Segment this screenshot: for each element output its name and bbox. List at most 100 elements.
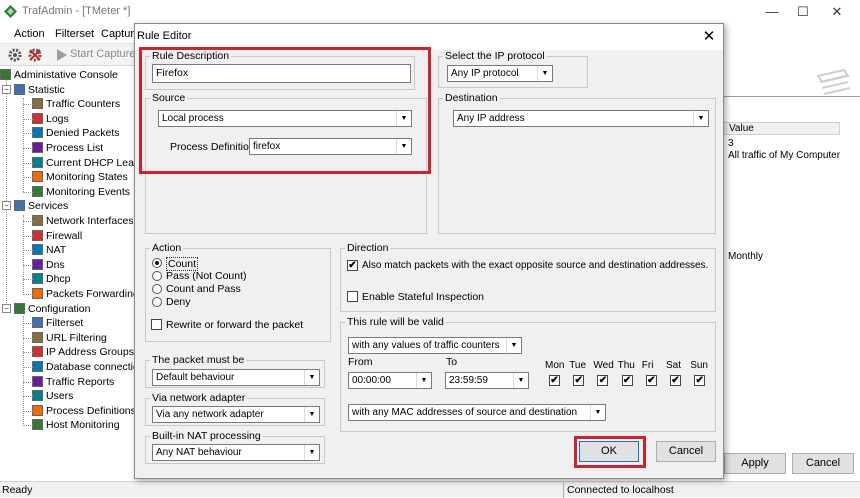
dhcp-lease-icon [32,156,43,168]
opposite-direction-label: Also match packets with the exact opposi… [362,260,709,271]
tree-item[interactable]: − Services [2,199,68,213]
apply-button[interactable]: Apply [724,453,786,474]
day-label: Fri [641,360,654,371]
tree-item[interactable]: Dns [23,258,65,272]
stateful-inspection-label: Enable Stateful Inspection [362,291,485,303]
stop-tools-icon[interactable] [28,48,42,62]
tree-item[interactable]: Packets Forwarding [23,287,135,301]
tree-item[interactable]: − Configuration [2,302,90,316]
day-checkbox[interactable]: ✔ [670,375,681,386]
day-label: Thu [617,360,635,371]
cancel-button[interactable]: Cancel [656,441,716,462]
tree-item[interactable]: Network Interfaces [23,214,134,228]
opposite-direction-checkbox[interactable]: ✔ [347,260,358,271]
action-radio[interactable] [152,284,162,294]
day-checkbox[interactable]: ✔ [549,375,560,386]
collapse-icon[interactable]: − [2,201,11,211]
day-label: Sat [666,360,682,371]
day-checkbox[interactable]: ✔ [597,375,609,386]
nat-processing-select[interactable]: Any NAT behaviour ▼ [152,444,320,461]
mac-condition-select[interactable]: with any MAC addresses of source and des… [348,404,606,421]
chevron-down-icon: ▼ [513,373,528,388]
collapse-icon[interactable]: − [2,303,11,313]
tree-item[interactable]: IP Address Groups [23,345,134,359]
logs-icon [32,112,43,124]
tree-item[interactable]: Dhcp [23,272,71,286]
services-icon [14,200,25,212]
tree-item[interactable]: Process List [23,141,103,155]
tree-item[interactable]: Administative Console [0,68,118,82]
menu-action[interactable]: Action [14,28,45,40]
tree-item[interactable]: − Statistic [2,83,65,97]
tree-item[interactable]: Current DHCP Lease [23,156,135,170]
tree-item-label: Network Interfaces [46,215,134,227]
rewrite-checkbox[interactable] [151,319,162,330]
collapse-icon[interactable]: − [2,84,11,94]
maximize-icon[interactable]: ☐ [788,2,818,22]
tree-item[interactable]: Filterset [23,316,83,330]
process-definitions-icon [32,404,43,416]
packet-must-be-legend: The packet must be [150,354,247,366]
value-column-header[interactable]: Value [722,122,840,135]
right-pane: Value 3 All traffic of My Computer Month… [722,66,860,481]
ip-protocol-select[interactable]: Any IP protocol ▼ [447,65,553,82]
action-radio[interactable] [152,271,162,281]
status-bar: Ready Connected to localhost [0,481,860,498]
day-checkbox[interactable]: ✔ [573,375,585,386]
tree-item[interactable]: Firewall [23,229,82,243]
settings-gear-icon[interactable] [8,48,22,62]
tree-item-label: Denied Packets [46,127,120,140]
to-time-value: 23:59:59 [449,375,488,386]
tree-item[interactable]: Denied Packets [23,126,120,140]
action-radio[interactable] [152,297,162,307]
tree-item-label: Dhcp [46,273,71,286]
to-time-select[interactable]: 23:59:59 ▼ [445,372,529,389]
tree-item-label: Monitoring States [46,171,128,184]
highlight-box [574,436,646,468]
tree-item[interactable]: Monitoring States [23,170,128,184]
via-adapter-select[interactable]: Via any network adapter ▼ [152,406,320,423]
tree-item[interactable]: Database connection [23,360,135,374]
configuration-icon [14,302,25,314]
day-checkbox[interactable]: ✔ [621,375,633,386]
tree-item[interactable]: Process Definitions [23,404,135,418]
stateful-inspection-checkbox[interactable] [347,291,358,302]
packets-forwarding-icon [32,288,43,299]
tree-item[interactable]: Monitoring Events [23,185,130,199]
packet-must-be-select[interactable]: Default behaviour ▼ [152,369,320,386]
chevron-down-icon: ▼ [506,338,521,353]
app-logo-icon [4,5,17,18]
tree-item[interactable]: Host Monitoring [23,418,120,432]
tree-item[interactable]: NAT [23,243,67,257]
via-adapter-legend: Via network adapter [150,392,248,404]
tree-item[interactable]: URL Filtering [23,331,107,345]
day-label: Mon [545,360,565,371]
menu-filterset[interactable]: Filterset [55,28,94,40]
tree-item-label: Current DHCP Lease [46,156,135,169]
value-cell: Monthly [728,251,764,262]
tree-item[interactable]: Traffic Reports [23,375,114,389]
day-checkbox[interactable]: ✔ [694,375,706,386]
action-radio[interactable] [152,258,162,268]
destination-select[interactable]: Any IP address ▼ [453,110,709,127]
rewrite-label: Rewrite or forward the packet [166,319,304,331]
dns-icon [32,258,43,270]
dialog-close-icon[interactable]: ✕ [697,26,721,48]
tree-item[interactable]: Traffic Counters [23,97,120,111]
ip-protocol-legend: Select the IP protocol [443,50,547,62]
minimize-icon[interactable]: — [757,2,787,22]
traffic-counter-condition-select[interactable]: with any values of traffic counters ▼ [348,337,522,354]
traffic-counter-condition-value: with any values of traffic counters [352,340,500,351]
main-cancel-button[interactable]: Cancel [792,453,854,474]
tree-item[interactable]: Logs [23,112,69,126]
day-checkbox[interactable]: ✔ [645,375,657,386]
close-icon[interactable]: ✕ [822,2,852,22]
start-capture-button[interactable]: Start Capture [70,48,135,60]
from-time-select[interactable]: 00:00:00 ▼ [348,372,432,389]
tree-item-label: NAT [46,244,67,257]
monitoring-states-icon [32,171,43,183]
tree-item[interactable]: Users [23,389,73,403]
mac-condition-value: with any MAC addresses of source and des… [352,407,578,418]
connection-status: Connected to localhost [567,484,674,496]
traffic-counters-icon [32,98,43,110]
